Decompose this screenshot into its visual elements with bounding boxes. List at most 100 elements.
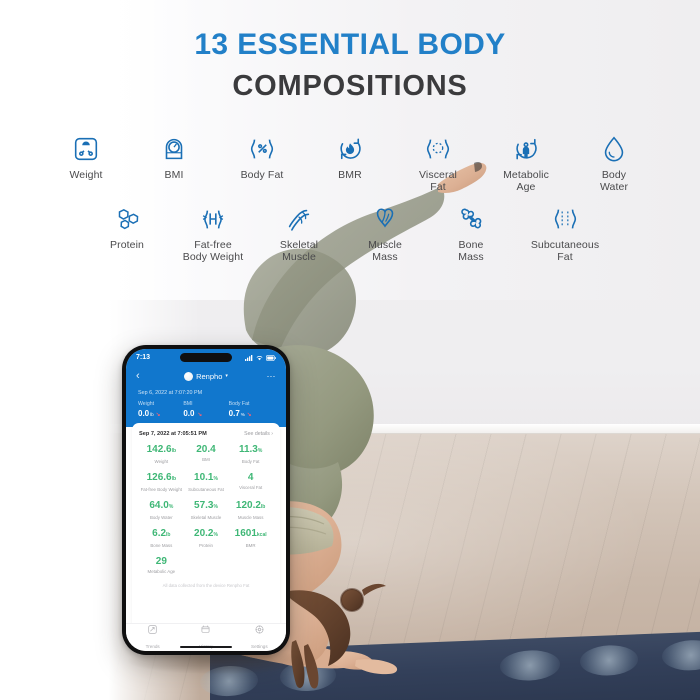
metric-label: Protein (110, 239, 144, 251)
metric-tile[interactable]: 1601kcal BMR (228, 528, 273, 548)
metric-tile[interactable]: 20.4 BMI (184, 444, 229, 464)
trends-icon (148, 624, 157, 634)
metric-tile[interactable]: 20.2% Protein (184, 528, 229, 548)
metric-label: Bone Mass (458, 239, 484, 263)
metric-tile[interactable]: 11.3% Body Fat (228, 444, 273, 464)
metric-icon-row-primary: Weight BMI Body Fat BMR Visceral Fat Met… (0, 134, 700, 193)
account-name: Renpho (196, 371, 223, 381)
settings-gear-icon (255, 625, 264, 633)
unit: % (240, 412, 245, 417)
more-dots-icon[interactable]: ⋯ (262, 371, 276, 382)
metric-tile[interactable]: 57.3% Skeletal Muscle (184, 500, 229, 520)
metric-label: Muscle Mass (368, 239, 402, 263)
fat-free-weight-icon (202, 210, 224, 229)
history-icon (202, 625, 210, 633)
metric-value: 1601kcal (234, 528, 267, 539)
metric-protein[interactable]: Protein (95, 204, 159, 251)
metric-tile[interactable]: 6.2lb Bone Mass (139, 528, 184, 548)
skeletal-muscle-icon (288, 209, 310, 231)
bone-icon (461, 208, 482, 229)
chevron-left-icon[interactable]: ‹ (136, 370, 150, 382)
metric-body-water[interactable]: Body Water (582, 134, 646, 193)
metric-fat-free-body-weight[interactable]: Fat-free Body Weight (181, 204, 245, 263)
card-date: Sep 7, 2022 at 7:05:51 PM (139, 431, 207, 437)
metric-tile[interactable]: 126.6lb Fat-free Body Weight (139, 472, 184, 492)
metric-subcutaneous-fat[interactable]: Subcutaneous Fat (525, 204, 605, 263)
metric-skeletal-muscle[interactable]: Skeletal Muscle (267, 204, 331, 263)
measurement-card: Sep 7, 2022 at 7:05:51 PM See details › … (132, 423, 280, 635)
page-title: 13 ESSENTIAL BODY COMPOSITIONS (0, 26, 700, 106)
metric-label: Subcutaneous Fat (530, 239, 600, 263)
metric-name: Metabolic Age (147, 568, 176, 574)
card-footnote: All data collected from the device Renph… (162, 583, 250, 588)
metric-value: 20.4 (196, 444, 216, 455)
home-indicator (180, 645, 232, 648)
metric-tile[interactable]: 29 Metabolic Age (139, 556, 184, 574)
metric-name: Protein (199, 542, 213, 548)
metric-label: Weight (69, 169, 103, 181)
metric-unit: % (213, 504, 218, 510)
see-details-link[interactable]: See details › (244, 431, 273, 437)
metric-muscle-mass[interactable]: Muscle Mass (353, 204, 417, 263)
visceral-fat-icon (426, 139, 450, 159)
metric-name: Fat-free Body Weight (140, 486, 183, 492)
metric-bone-mass[interactable]: Bone Mass (439, 204, 503, 263)
metabolic-age-icon (516, 138, 537, 160)
metric-value: 120.2lb (235, 500, 266, 511)
tab-settings[interactable]: Settings (233, 625, 286, 652)
metric-bmr[interactable]: BMR (318, 134, 382, 181)
tab-label: Settings (251, 643, 268, 649)
metric-name: Skeletal Muscle (190, 514, 222, 520)
header-stat: Body Fat 0.7% ↘ (229, 401, 274, 418)
metric-value: 4 (247, 472, 254, 483)
phone-screen: 7:13 ‹ Renpho ▾ ⋯ Sep 6, 2022 at 7:07:20… (126, 349, 286, 651)
metric-bmi[interactable]: BMI (142, 134, 206, 181)
metric-value: 20.2% (194, 528, 218, 539)
metric-tile[interactable]: 64.0% Body Water (139, 500, 184, 520)
metric-tile[interactable]: 142.6lb Weight (139, 444, 184, 464)
metric-unit: % (213, 532, 218, 538)
metric-metabolic-age[interactable]: Metabolic Age (494, 134, 558, 193)
phone-mockup: 7:13 ‹ Renpho ▾ ⋯ Sep 6, 2022 at 7:07:20… (122, 345, 290, 655)
metric-name: Subcutaneous Fat (188, 486, 224, 492)
value: 0.0 (138, 409, 150, 418)
battery-icon (266, 354, 276, 361)
header-stat-label: Weight (138, 401, 155, 407)
metric-label: Fat-free Body Weight (182, 239, 244, 263)
protein-molecule-icon (118, 208, 139, 230)
metric-name: Muscle Mass (237, 514, 264, 520)
metric-tile[interactable]: 10.1% Subcutaneous Fat (184, 472, 229, 492)
metric-unit: % (168, 504, 174, 510)
metric-label: Body Fat (240, 169, 284, 181)
metric-name: Body Fat (241, 458, 260, 464)
card-header: Sep 7, 2022 at 7:05:51 PM See details › (139, 431, 273, 437)
tab-trends[interactable]: Trends (126, 624, 179, 652)
avatar (184, 371, 194, 381)
header-stat-value: 0.7% ↘ (229, 409, 274, 418)
signal-icon (245, 354, 253, 361)
metric-tile[interactable]: 4 Visceral Fat (228, 472, 273, 492)
metric-label: Skeletal Muscle (279, 239, 319, 263)
metric-value: 142.6lb (146, 444, 177, 455)
account-selector[interactable]: Renpho ▾ (184, 371, 228, 381)
metric-tile[interactable]: 120.2lb Muscle Mass (228, 500, 273, 520)
metric-label: Visceral Fat (419, 169, 457, 193)
metric-visceral-fat[interactable]: Visceral Fat (406, 134, 470, 193)
metric-body-fat[interactable]: Body Fat (230, 134, 294, 181)
metric-unit: lb (260, 504, 266, 510)
header-stat-row: Weight 0.0 lb ↘ BMI 0.0 ↘ Body Fat 0.7 %… (136, 401, 276, 418)
tab-label: Trends (145, 643, 160, 649)
header-stat-value: 0.0 ↘ (183, 409, 228, 418)
metric-unit: lb (171, 476, 177, 482)
nav-bar: ‹ Renpho ▾ ⋯ (136, 366, 276, 386)
headline-line-1: 13 ESSENTIAL BODY (194, 28, 506, 61)
header-stat: Weight 0.0 lb ↘ (138, 401, 183, 418)
metric-label: BMR (338, 169, 362, 181)
metric-unit: % (257, 448, 263, 454)
metric-value: 57.3% (194, 500, 218, 511)
metric-weight[interactable]: Weight (54, 134, 118, 181)
metric-name: BMI (202, 456, 210, 462)
metric-name: Weight (154, 458, 169, 464)
metric-unit: lb (171, 448, 177, 454)
metric-name: Bone Mass (150, 542, 173, 548)
